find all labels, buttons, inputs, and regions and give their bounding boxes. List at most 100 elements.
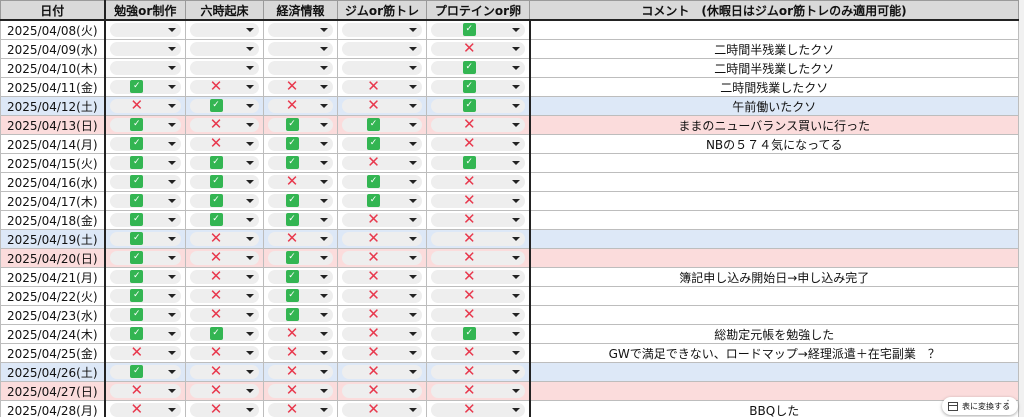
dropdown-chip[interactable]: ✕ xyxy=(268,326,333,341)
comment-cell[interactable] xyxy=(529,286,1019,306)
dropdown-chip[interactable]: ✓ xyxy=(109,270,181,284)
dropdown-arrow-icon[interactable] xyxy=(320,294,328,298)
dropdown-chip[interactable]: ✕ xyxy=(268,98,333,113)
dropdown-arrow-icon[interactable] xyxy=(511,332,520,336)
dropdown-chip[interactable]: ✕ xyxy=(342,212,422,227)
dropdown-chip[interactable]: ✓ xyxy=(431,23,525,37)
dropdown-chip[interactable]: ✕ xyxy=(109,402,181,417)
date-cell[interactable]: 2025/04/27(日) xyxy=(0,381,105,401)
dropdown-arrow-icon[interactable] xyxy=(168,28,176,32)
dropdown-arrow-icon[interactable] xyxy=(409,256,417,260)
dropdown-arrow-icon[interactable] xyxy=(511,28,520,32)
dropdown-chip[interactable]: ✕ xyxy=(109,98,181,113)
dropdown-chip[interactable]: ✓ xyxy=(268,118,333,132)
dropdown-arrow-icon[interactable] xyxy=(246,237,254,241)
dropdown-chip[interactable]: ✕ xyxy=(342,269,422,284)
dropdown-arrow-icon[interactable] xyxy=(246,313,254,317)
date-cell[interactable]: 2025/04/26(土) xyxy=(0,362,105,382)
dropdown-arrow-icon[interactable] xyxy=(409,351,417,355)
date-cell[interactable]: 2025/04/22(火) xyxy=(0,286,105,306)
dropdown-chip[interactable] xyxy=(190,61,259,75)
dropdown-chip[interactable]: ✓ xyxy=(342,118,422,132)
dropdown-arrow-icon[interactable] xyxy=(511,218,520,222)
dropdown-arrow-icon[interactable] xyxy=(409,275,417,279)
dropdown-chip[interactable]: ✕ xyxy=(431,174,525,189)
dropdown-arrow-icon[interactable] xyxy=(246,66,254,70)
dropdown-chip[interactable]: ✕ xyxy=(190,250,259,265)
dropdown-chip[interactable]: ✓ xyxy=(431,156,525,170)
dropdown-chip[interactable]: ✓ xyxy=(109,251,181,265)
dropdown-arrow-icon[interactable] xyxy=(320,370,328,374)
dropdown-chip[interactable] xyxy=(190,42,259,56)
dropdown-arrow-icon[interactable] xyxy=(168,85,176,89)
dropdown-arrow-icon[interactable] xyxy=(168,199,176,203)
dropdown-chip[interactable]: ✓ xyxy=(190,156,259,170)
dropdown-chip[interactable]: ✕ xyxy=(342,326,422,341)
dropdown-arrow-icon[interactable] xyxy=(511,123,520,127)
dropdown-chip[interactable]: ✓ xyxy=(190,175,259,189)
dropdown-chip[interactable]: ✕ xyxy=(268,174,333,189)
dropdown-arrow-icon[interactable] xyxy=(168,332,176,336)
comment-cell[interactable] xyxy=(529,172,1019,192)
dropdown-chip[interactable]: ✕ xyxy=(431,345,525,360)
dropdown-arrow-icon[interactable] xyxy=(511,66,520,70)
vertical-scrollbar[interactable] xyxy=(1019,0,1024,417)
dropdown-chip[interactable]: ✕ xyxy=(342,383,422,398)
dropdown-chip[interactable]: ✕ xyxy=(431,231,525,246)
dropdown-arrow-icon[interactable] xyxy=(168,47,176,51)
comment-cell[interactable] xyxy=(529,229,1019,249)
comment-cell[interactable]: 簿記申し込み開始日→申し込み完了 xyxy=(529,267,1019,287)
dropdown-chip[interactable]: ✕ xyxy=(268,79,333,94)
dropdown-chip[interactable]: ✕ xyxy=(431,193,525,208)
dropdown-arrow-icon[interactable] xyxy=(168,256,176,260)
dropdown-arrow-icon[interactable] xyxy=(409,161,417,165)
dropdown-arrow-icon[interactable] xyxy=(320,104,328,108)
dropdown-arrow-icon[interactable] xyxy=(511,408,520,412)
dropdown-chip[interactable]: ✓ xyxy=(109,308,181,322)
comment-cell[interactable]: NBの５７４気になってる xyxy=(529,134,1019,154)
dropdown-chip[interactable]: ✕ xyxy=(342,98,422,113)
comment-cell[interactable] xyxy=(529,305,1019,325)
dropdown-chip[interactable] xyxy=(190,23,259,37)
dropdown-chip[interactable]: ✓ xyxy=(109,194,181,208)
dropdown-arrow-icon[interactable] xyxy=(409,47,417,51)
dropdown-arrow-icon[interactable] xyxy=(168,294,176,298)
date-cell[interactable]: 2025/04/12(土) xyxy=(0,96,105,116)
dropdown-chip[interactable]: ✕ xyxy=(190,136,259,151)
date-cell[interactable]: 2025/04/11(金) xyxy=(0,77,105,97)
dropdown-arrow-icon[interactable] xyxy=(511,180,520,184)
date-cell[interactable]: 2025/04/28(月) xyxy=(0,400,105,417)
dropdown-chip[interactable]: ✕ xyxy=(342,364,422,379)
date-cell[interactable]: 2025/04/21(月) xyxy=(0,267,105,287)
dropdown-arrow-icon[interactable] xyxy=(246,389,254,393)
dropdown-arrow-icon[interactable] xyxy=(246,351,254,355)
header-comment[interactable]: コメント (休暇日はジムor筋トレのみ適用可能) xyxy=(529,0,1019,21)
dropdown-arrow-icon[interactable] xyxy=(320,332,328,336)
dropdown-chip[interactable]: ✕ xyxy=(431,364,525,379)
dropdown-arrow-icon[interactable] xyxy=(409,199,417,203)
date-cell[interactable]: 2025/04/17(木) xyxy=(0,191,105,211)
dropdown-arrow-icon[interactable] xyxy=(168,66,176,70)
dropdown-arrow-icon[interactable] xyxy=(320,28,328,32)
dropdown-arrow-icon[interactable] xyxy=(320,313,328,317)
dropdown-chip[interactable]: ✓ xyxy=(268,289,333,303)
dropdown-arrow-icon[interactable] xyxy=(246,161,254,165)
dropdown-chip[interactable]: ✕ xyxy=(431,212,525,227)
dropdown-arrow-icon[interactable] xyxy=(246,123,254,127)
comment-cell[interactable]: 午前働いたクソ xyxy=(529,96,1019,116)
dropdown-chip[interactable]: ✕ xyxy=(109,383,181,398)
dropdown-arrow-icon[interactable] xyxy=(246,47,254,51)
dropdown-chip[interactable]: ✕ xyxy=(342,79,422,94)
dropdown-arrow-icon[interactable] xyxy=(168,237,176,241)
dropdown-chip[interactable]: ✕ xyxy=(190,79,259,94)
dropdown-chip[interactable]: ✕ xyxy=(431,288,525,303)
dropdown-chip[interactable]: ✕ xyxy=(268,364,333,379)
dropdown-chip[interactable] xyxy=(268,42,333,56)
dropdown-chip[interactable]: ✕ xyxy=(190,345,259,360)
date-cell[interactable]: 2025/04/25(金) xyxy=(0,343,105,363)
dropdown-arrow-icon[interactable] xyxy=(511,313,520,317)
dropdown-arrow-icon[interactable] xyxy=(320,256,328,260)
dropdown-chip[interactable]: ✕ xyxy=(190,383,259,398)
dropdown-arrow-icon[interactable] xyxy=(168,161,176,165)
dropdown-arrow-icon[interactable] xyxy=(511,294,520,298)
